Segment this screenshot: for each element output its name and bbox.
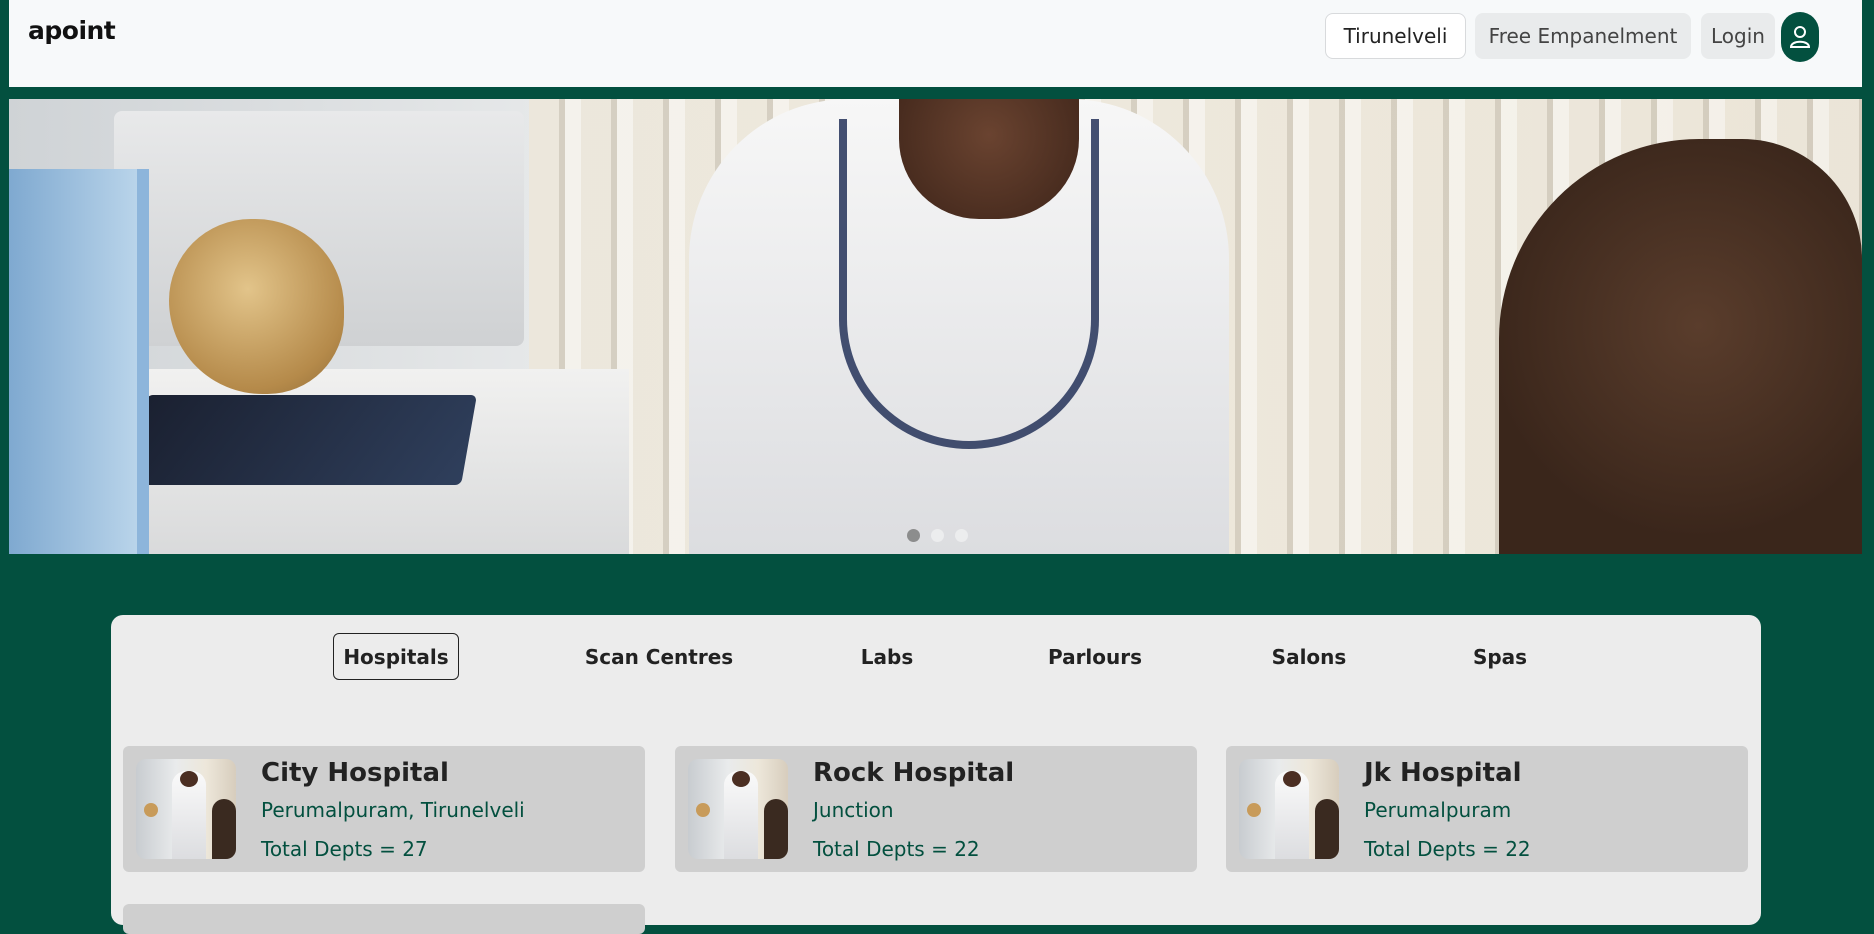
carousel-indicators [907, 529, 968, 542]
hero-image-skull-model [169, 219, 344, 394]
user-profile-button[interactable] [1781, 12, 1819, 62]
listing-name: City Hospital [261, 758, 449, 788]
listing-card[interactable]: Rock Hospital Junction Total Depts = 22 [675, 746, 1197, 872]
listing-thumbnail [136, 759, 236, 859]
listing-depts-count: Total Depts = 22 [1364, 837, 1531, 861]
tab-salons[interactable]: Salons [1254, 633, 1364, 680]
login-button[interactable]: Login [1701, 13, 1775, 59]
hero-image-monitor [9, 169, 149, 554]
tab-scan-centres[interactable]: Scan Centres [569, 633, 749, 680]
city-selector-button[interactable]: Tirunelveli [1325, 13, 1466, 59]
listing-thumbnail [1239, 759, 1339, 859]
carousel-dot[interactable] [907, 529, 920, 542]
carousel-dot[interactable] [931, 529, 944, 542]
hero-image-patient [1499, 139, 1862, 554]
listing-depts-count: Total Depts = 27 [261, 837, 428, 861]
listing-thumbnail [688, 759, 788, 859]
listing-name: Jk Hospital [1364, 758, 1522, 788]
hero-image-stethoscope [839, 119, 1099, 449]
tab-labs[interactable]: Labs [847, 633, 927, 680]
tab-spas[interactable]: Spas [1460, 633, 1540, 680]
top-navbar: apoint Tirunelveli Free Empanelment Logi… [9, 0, 1862, 87]
listing-card[interactable]: Jk Hospital Perumalpuram Total Depts = 2… [1226, 746, 1748, 872]
listing-card[interactable]: City Hospital Perumalpuram, Tirunelveli … [123, 746, 645, 872]
tab-hospitals[interactable]: Hospitals [333, 633, 459, 680]
listing-location: Perumalpuram, Tirunelveli [261, 798, 525, 822]
hero-carousel [9, 99, 1862, 554]
listing-location: Perumalpuram [1364, 798, 1512, 822]
listing-location: Junction [813, 798, 894, 822]
listing-depts-count: Total Depts = 22 [813, 837, 980, 861]
category-panel: Hospitals Scan Centres Labs Parlours Sal… [111, 615, 1761, 934]
category-tabs: Hospitals Scan Centres Labs Parlours Sal… [111, 633, 1761, 681]
brand-logo[interactable]: apoint [28, 16, 116, 45]
listing-name: Rock Hospital [813, 758, 1015, 788]
user-icon [1789, 26, 1811, 48]
tab-parlours[interactable]: Parlours [1030, 633, 1160, 680]
carousel-dot[interactable] [955, 529, 968, 542]
free-empanelment-button[interactable]: Free Empanelment [1475, 13, 1691, 59]
hero-image-tablet [131, 395, 477, 485]
